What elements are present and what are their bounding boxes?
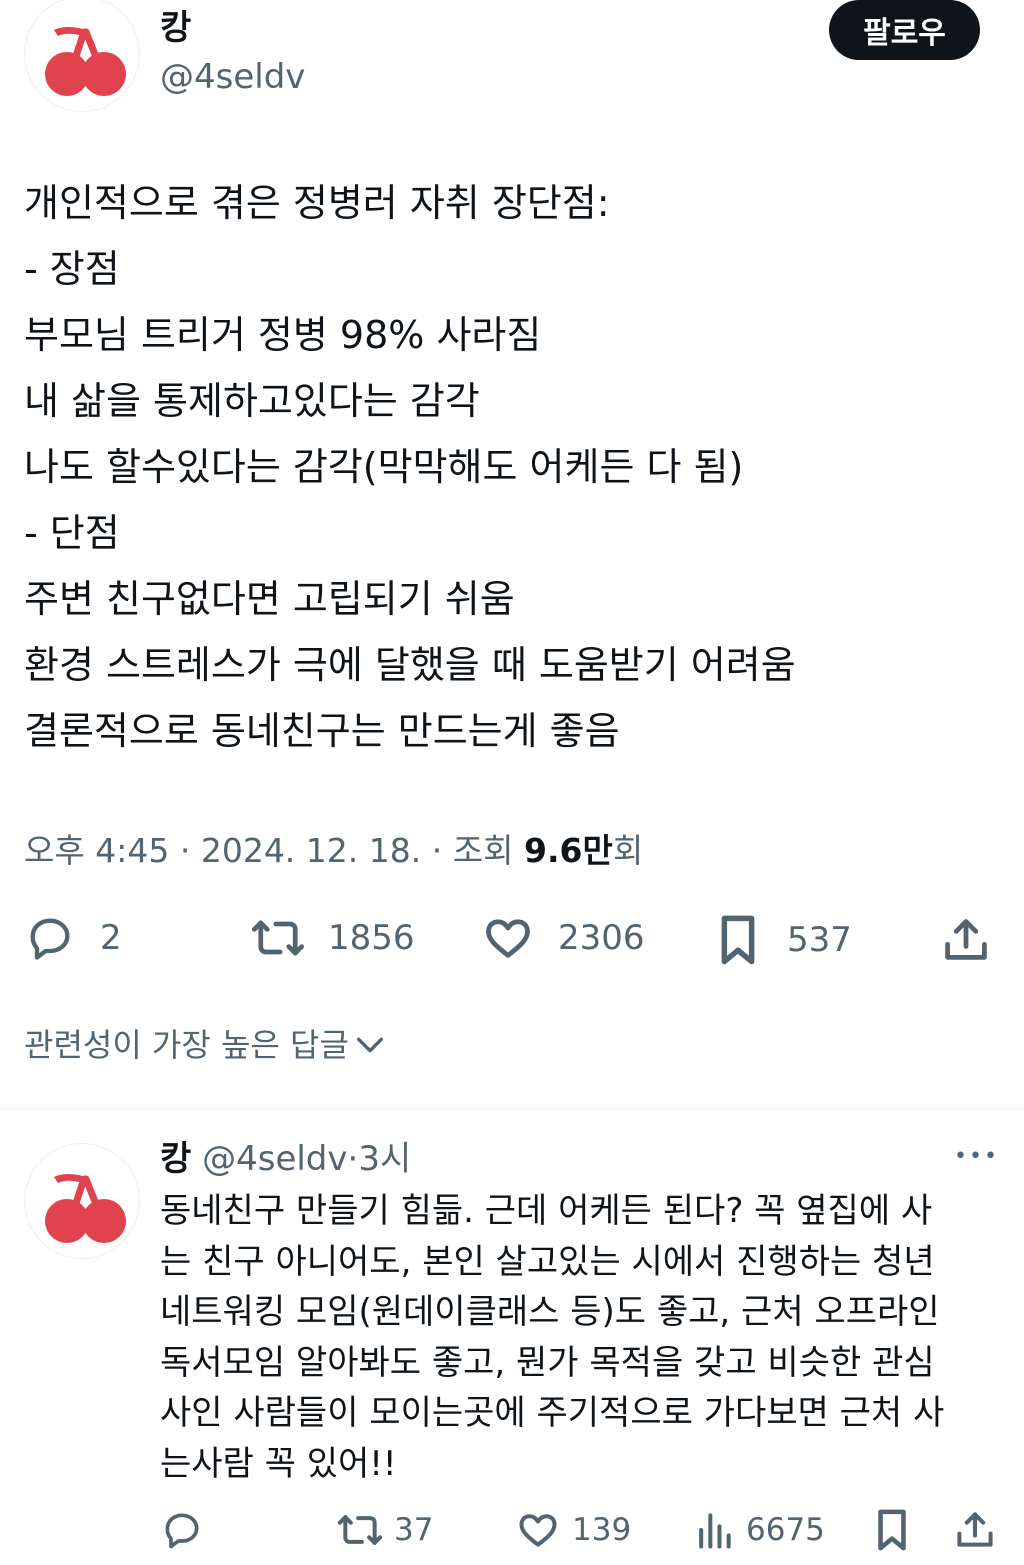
- reply-author-name[interactable]: 캉: [160, 1139, 191, 1179]
- reply-sort-label: 관련성이 가장 높은 답글: [24, 1026, 349, 1064]
- avatar[interactable]: [24, 0, 140, 112]
- reply-share-action[interactable]: [953, 1508, 997, 1552]
- reply-count: 2: [100, 918, 122, 958]
- reply-text: 동네친구 만들기 힘듦. 근데 어케든 된다? 꼭 옆집에 사 는 친구 아니어…: [160, 1186, 944, 1489]
- bookmark-icon: [721, 915, 755, 965]
- reply-author-handle[interactable]: @4seldv: [202, 1139, 347, 1179]
- reply-separator: ·: [347, 1139, 359, 1179]
- post-line: 나도 할수있다는 감각(막막해도 어케든 다 됨): [24, 445, 744, 489]
- reply-like-count: 139: [572, 1512, 632, 1548]
- retweet-action[interactable]: 1856: [250, 912, 415, 964]
- post-text: 개인적으로 겪은 정병러 자취 장단점: - 장점 부모님 트리거 정병 98%…: [24, 170, 796, 764]
- more-options-button[interactable]: •••: [954, 1142, 999, 1172]
- cherry-icon: [45, 27, 126, 96]
- post-meta: 오후 4:45 · 2024. 12. 18. · 조회 9.6만회: [24, 828, 643, 874]
- comment-icon: [165, 1513, 199, 1549]
- reply-bookmark-action[interactable]: [871, 1506, 913, 1554]
- post-line: 환경 스트레스가 극에 달했을 때 도움받기 어려움: [24, 643, 796, 687]
- reply-views-action[interactable]: 6675: [694, 1508, 825, 1552]
- views-prefix: 조회: [452, 831, 514, 870]
- cherry-icon: [45, 1174, 126, 1243]
- reply-avatar[interactable]: [24, 1143, 140, 1259]
- reply-reply-action[interactable]: [160, 1508, 204, 1552]
- reply-line: 는 친구 아니어도, 본인 살고있는 시에서 진행하는 청년: [160, 1241, 935, 1282]
- heart-icon: [486, 919, 530, 958]
- reply-line: 사인 사람들이 모이는곳에 주기적으로 가다보면 근처 사: [160, 1393, 945, 1433]
- author-handle[interactable]: @4seldv: [160, 55, 305, 99]
- divider: [0, 1108, 1024, 1109]
- reply-like-action[interactable]: 139: [516, 1508, 631, 1552]
- reply-retweet-count: 37: [394, 1512, 434, 1548]
- reply-sort-dropdown[interactable]: 관련성이 가장 높은 답글: [24, 1022, 387, 1068]
- post-line: 부모님 트리거 정병 98% 사라짐: [24, 313, 542, 357]
- reply-line: 는사람 꼭 있어!!: [160, 1443, 397, 1484]
- retweet-icon: [337, 1515, 383, 1545]
- post-line: 개인적으로 겪은 정병러 자취 장단점:: [24, 181, 610, 225]
- reply-retweet-action[interactable]: 37: [336, 1508, 433, 1552]
- post-time[interactable]: 오후 4:45: [24, 831, 169, 870]
- bookmark-action[interactable]: 537: [713, 912, 852, 968]
- post-line: 결론적으로 동네친구는 만드는게 좋음: [24, 709, 620, 753]
- follow-button[interactable]: 팔로우: [829, 0, 980, 60]
- reply-action[interactable]: 2: [24, 912, 122, 964]
- post-line: - 장점: [24, 247, 120, 291]
- retweet-count: 1856: [328, 918, 415, 958]
- post-date[interactable]: 2024. 12. 18.: [201, 831, 421, 870]
- post-line: - 단점: [24, 511, 120, 555]
- views-number: 9.6만: [523, 831, 613, 870]
- meta-separator: ·: [179, 831, 191, 870]
- chevron-down-icon: [356, 1037, 383, 1053]
- author-name[interactable]: 캉: [160, 6, 191, 50]
- analytics-icon: [699, 1513, 731, 1549]
- like-count: 2306: [558, 918, 645, 958]
- bookmark-count: 537: [787, 920, 852, 960]
- like-action[interactable]: 2306: [482, 912, 645, 964]
- reply-line: 독서모임 알아봐도 좋고, 뭔가 목적을 갖고 비슷한 관심: [160, 1342, 935, 1383]
- retweet-icon: [251, 920, 305, 956]
- share-icon: [945, 919, 987, 960]
- bookmark-icon: [878, 1509, 906, 1551]
- heart-icon: [519, 1514, 557, 1547]
- reply-line: 네트워킹 모임(원데이클래스 등)도 좋고, 근처 오프라인: [160, 1292, 940, 1332]
- share-action[interactable]: [940, 914, 992, 966]
- share-icon: [957, 1512, 993, 1547]
- reply-line: 동네친구 만들기 힘듦. 근데 어케든 된다? 꼭 옆집에 사: [160, 1191, 933, 1231]
- reply-views-count: 6675: [746, 1512, 825, 1548]
- reply-time[interactable]: 3시: [358, 1139, 411, 1179]
- post-line: 내 삶을 통제하고있다는 감각: [24, 379, 480, 423]
- views-suffix: 회: [612, 831, 644, 870]
- reply-header: 캉 @4seldv·3시: [160, 1136, 411, 1182]
- comment-icon: [30, 918, 70, 960]
- post-line: 주변 친구없다면 고립되기 쉬움: [24, 577, 515, 621]
- meta-separator: ·: [431, 831, 443, 870]
